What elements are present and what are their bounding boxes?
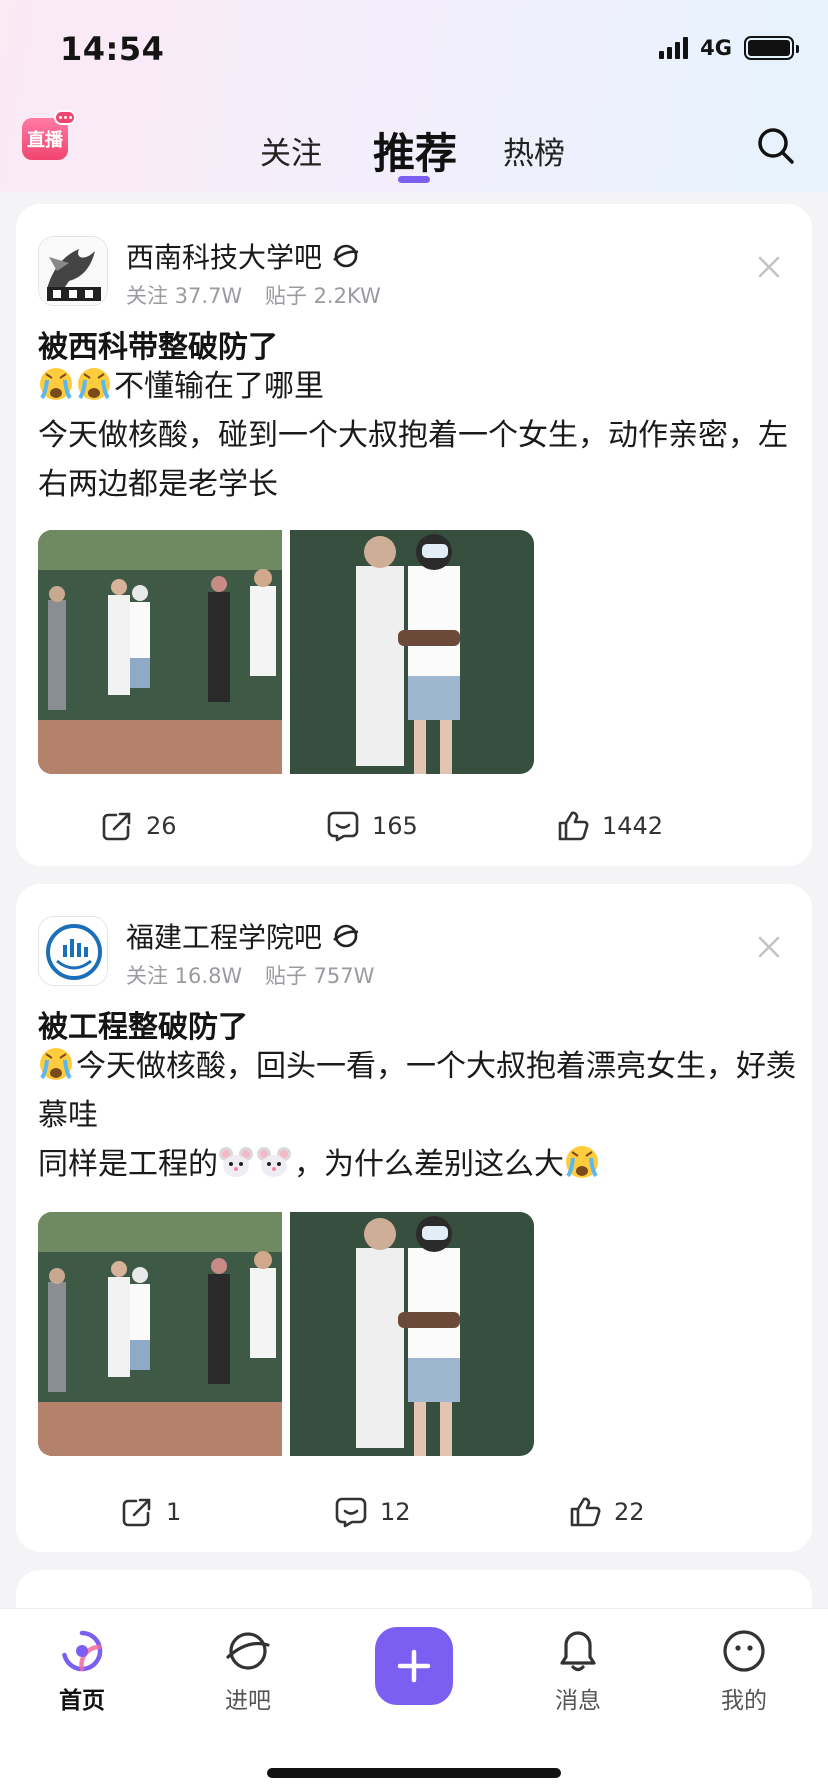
forum-name-text: 福建工程学院吧 xyxy=(126,921,323,954)
forum-name[interactable]: 福建工程学院吧 xyxy=(126,916,360,956)
share-button[interactable]: 26 xyxy=(100,809,177,843)
network-type: 4G xyxy=(700,36,732,60)
active-tab-indicator xyxy=(398,176,430,183)
bell-icon xyxy=(560,1631,596,1672)
post-photo[interactable] xyxy=(38,530,282,774)
thumbs-up-icon xyxy=(570,1497,601,1527)
feed-tabs: 关注 推荐 热榜 xyxy=(0,118,828,188)
crying-face-icon xyxy=(78,368,110,400)
post-card[interactable]: 西南科技大学吧 关注 37.7W 贴子 2.2KW 被西科带整破防了 不懂输在了… xyxy=(16,204,812,866)
post-photo[interactable] xyxy=(38,1212,282,1456)
mouse-face-icon xyxy=(219,1147,253,1177)
post-actions: 26 165 1442 xyxy=(16,809,812,859)
close-icon[interactable] xyxy=(756,934,782,960)
nav-label: 首页 xyxy=(59,1688,105,1714)
planet-icon xyxy=(333,244,359,268)
search-icon[interactable] xyxy=(756,126,796,166)
post-title[interactable]: 被工程整破防了 xyxy=(38,1002,248,1046)
comment-icon xyxy=(335,1497,367,1528)
comment-icon xyxy=(327,811,359,842)
post-line: 今天做核酸，回头一看，一个大叔抱着漂亮女生，好羡慕哇 xyxy=(38,1042,798,1140)
post-count: 贴子 2.2KW xyxy=(264,284,381,308)
post-line: 不懂输在了哪里 xyxy=(38,362,798,411)
mouse-face-icon xyxy=(257,1147,291,1177)
comment-button[interactable]: 12 xyxy=(334,1495,411,1529)
forum-avatar[interactable] xyxy=(38,916,108,986)
planet-icon xyxy=(333,924,359,948)
post-photo[interactable] xyxy=(290,1212,534,1456)
nav-label: 我的 xyxy=(721,1688,767,1714)
forum-stats: 关注 37.7W 贴子 2.2KW xyxy=(126,280,381,310)
create-post-button[interactable] xyxy=(375,1627,453,1705)
bottom-nav: 首页 进吧 消息 我的 xyxy=(0,1608,828,1792)
like-button[interactable]: 22 xyxy=(568,1495,645,1529)
post-body[interactable]: 今天做核酸，回头一看，一个大叔抱着漂亮女生，好羡慕哇 同样是工程的 ，为什么差别这… xyxy=(38,1042,798,1189)
battery-icon xyxy=(744,36,799,60)
tab-recommend[interactable]: 推荐 xyxy=(373,120,457,181)
close-icon[interactable] xyxy=(756,254,782,280)
post-card-partial[interactable] xyxy=(16,1570,812,1608)
post-title[interactable]: 被西科带整破防了 xyxy=(38,322,278,366)
share-count: 1 xyxy=(166,1498,182,1526)
feed-list[interactable]: 西南科技大学吧 关注 37.7W 贴子 2.2KW 被西科带整破防了 不懂输在了… xyxy=(0,192,828,1608)
comment-count: 165 xyxy=(372,812,418,840)
post-photos xyxy=(38,1212,534,1456)
status-icons: 4G xyxy=(659,36,799,60)
share-icon xyxy=(102,812,131,841)
post-line: 同样是工程的 ，为什么差别这么大 xyxy=(38,1140,798,1189)
post-photos xyxy=(38,530,534,774)
like-button[interactable]: 1442 xyxy=(556,809,663,843)
comment-button[interactable]: 165 xyxy=(326,809,418,843)
post-text: 同样是工程的 xyxy=(38,1147,218,1182)
post-actions: 1 12 22 xyxy=(16,1495,812,1545)
profile-face-icon xyxy=(723,1630,765,1672)
post-card[interactable]: 福建工程学院吧 关注 16.8W 贴子 757W 被工程整破防了 今天做核酸，回… xyxy=(16,884,812,1552)
planet-icon xyxy=(226,1632,270,1670)
comment-count: 12 xyxy=(380,1498,411,1526)
forum-stats: 关注 16.8W 贴子 757W xyxy=(126,960,374,990)
nav-messages[interactable]: 消息 xyxy=(518,1627,638,1715)
forum-name-text: 西南科技大学吧 xyxy=(126,241,323,274)
home-icon xyxy=(62,1630,103,1672)
like-count: 22 xyxy=(614,1498,645,1526)
share-icon xyxy=(122,1498,151,1527)
signal-icon xyxy=(659,37,689,59)
home-indicator xyxy=(267,1768,561,1778)
follow-count: 关注 16.8W xyxy=(126,964,243,988)
post-text: ，为什么差别这么大 xyxy=(294,1147,564,1182)
tieba-app: 14:54 4G 直播 关注 推荐 热榜 西南科技大学吧 关注 37.7W 贴子… xyxy=(0,0,828,1792)
post-photo[interactable] xyxy=(290,530,534,774)
top-header: 14:54 4G 直播 关注 推荐 热榜 xyxy=(0,0,828,192)
post-text: 今天做核酸，碰到一个大叔抱着一个女生，动作亲密，左右两边都是老学长 xyxy=(38,418,788,502)
post-text: 今天做核酸，回头一看，一个大叔抱着漂亮女生，好羡慕哇 xyxy=(38,1049,796,1133)
forum-avatar[interactable] xyxy=(38,236,108,306)
post-count: 贴子 757W xyxy=(264,964,375,988)
share-button[interactable]: 1 xyxy=(120,1495,181,1529)
thumbs-up-icon xyxy=(558,811,589,841)
plus-icon xyxy=(397,1649,431,1683)
nav-forums[interactable]: 进吧 xyxy=(188,1627,308,1715)
nav-label: 进吧 xyxy=(225,1688,271,1714)
nav-home[interactable]: 首页 xyxy=(22,1627,142,1715)
nav-profile[interactable]: 我的 xyxy=(684,1627,804,1715)
share-count: 26 xyxy=(146,812,177,840)
crying-face-icon xyxy=(40,1048,72,1080)
status-time: 14:54 xyxy=(60,30,165,68)
forum-name[interactable]: 西南科技大学吧 xyxy=(126,236,360,276)
crying-face-icon xyxy=(566,1146,598,1178)
post-text: 不懂输在了哪里 xyxy=(114,369,324,404)
follow-count: 关注 37.7W xyxy=(126,284,243,308)
post-body[interactable]: 不懂输在了哪里 今天做核酸，碰到一个大叔抱着一个女生，动作亲密，左右两边都是老学… xyxy=(38,362,798,509)
tab-follow[interactable]: 关注 xyxy=(260,128,322,173)
nav-label: 消息 xyxy=(555,1688,601,1714)
like-count: 1442 xyxy=(602,812,664,840)
tab-hot-list[interactable]: 热榜 xyxy=(503,128,565,173)
crying-face-icon xyxy=(40,368,72,400)
